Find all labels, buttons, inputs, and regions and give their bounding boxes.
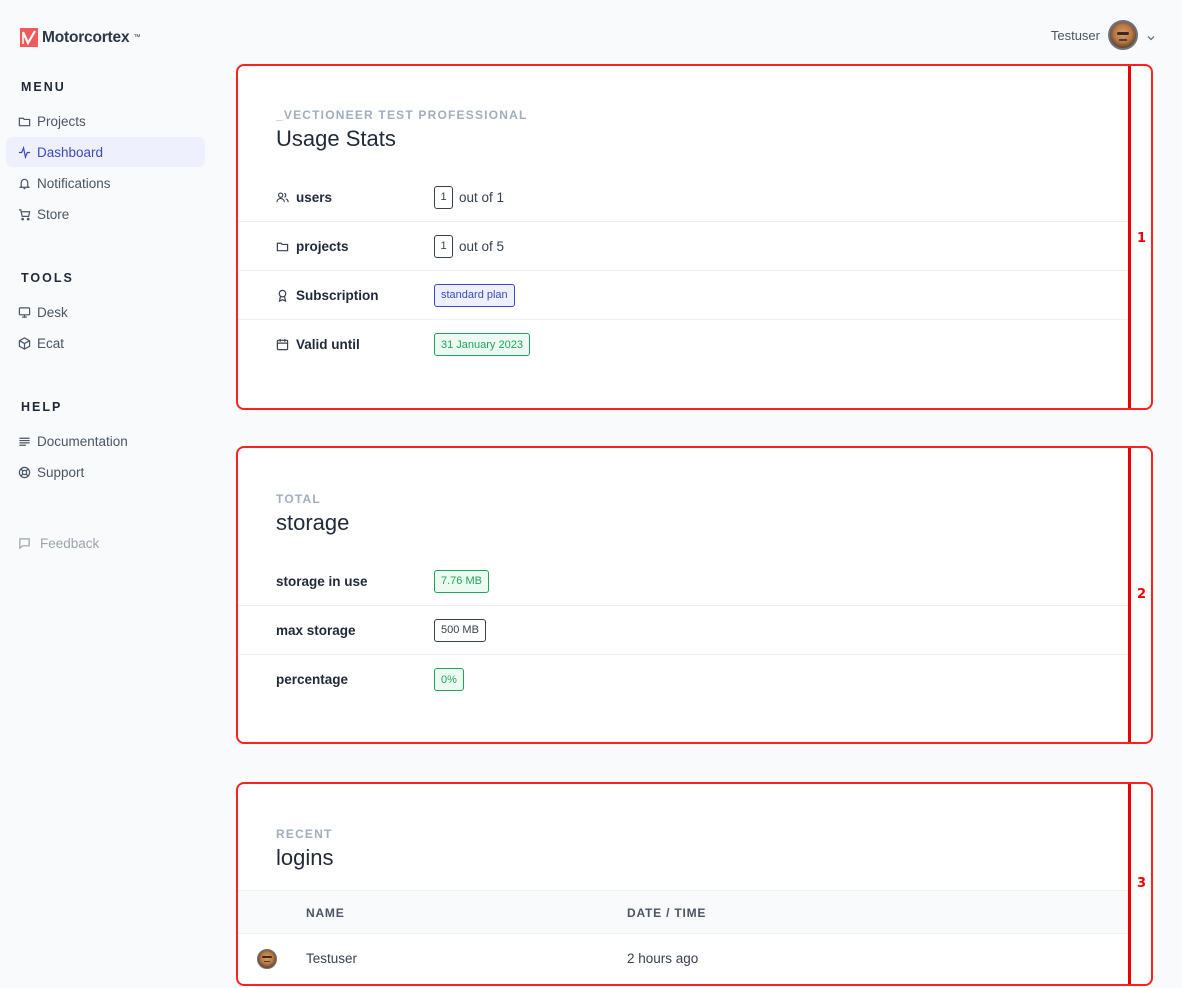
cart-icon — [18, 208, 31, 221]
sidebar-item-notifications[interactable]: Notifications — [6, 168, 205, 198]
login-time: 2 hours ago — [627, 951, 699, 966]
annotation-divider — [1128, 66, 1131, 408]
card-eyebrow: RECENT — [276, 827, 333, 841]
sidebar-item-projects[interactable]: Projects — [6, 106, 205, 136]
card-title: logins — [276, 845, 334, 870]
sidebar-item-label: Ecat — [37, 335, 65, 351]
subscription-badge: standard plan — [434, 283, 515, 307]
annotation-label: 2 — [1136, 587, 1146, 602]
login-avatar — [257, 949, 277, 969]
section-title-tools: TOOLS — [21, 271, 74, 285]
valid-until-badge: 31 January 2023 — [434, 333, 530, 356]
row-label: users — [296, 189, 333, 205]
chevron-down-icon — [1146, 30, 1156, 41]
sidebar: Motorcortex ™ MENU Projects Dashboard Not… — [0, 0, 215, 988]
sidebar-item-label: Dashboard — [37, 144, 104, 160]
sidebar-item-desk[interactable]: Desk — [6, 297, 205, 327]
row-label: storage in use — [276, 573, 368, 589]
usage-stats-card: 1 _VECTIONEER TEST PROFESSIONAL Usage St… — [236, 64, 1153, 410]
activity-icon — [18, 145, 31, 159]
section-title-menu: MENU — [21, 80, 66, 94]
user-name: Testuser — [1050, 27, 1100, 43]
annotation-label: 3 — [1136, 876, 1146, 891]
max-storage-badge: 500 MB — [434, 618, 486, 642]
feedback-label: Feedback — [40, 535, 100, 551]
usage-row-valid-until: Valid until 31 January 2023 — [238, 320, 1128, 369]
message-icon — [18, 537, 31, 550]
limit-text: out of 1 — [459, 189, 505, 205]
recent-logins-card: 3 RECENT logins NAME DATE / TIME Testuse… — [236, 782, 1153, 986]
card-eyebrow: TOTAL — [276, 492, 321, 506]
sidebar-item-label: Support — [37, 464, 85, 480]
card-eyebrow: _VECTIONEER TEST PROFESSIONAL — [276, 108, 528, 122]
sidebar-item-label: Notifications — [37, 175, 111, 191]
annotation-divider — [1128, 448, 1131, 742]
sidebar-item-label: Projects — [37, 113, 86, 129]
user-avatar — [1108, 20, 1138, 50]
row-label: Valid until — [296, 337, 360, 352]
logo[interactable]: Motorcortex ™ — [20, 28, 140, 47]
folder-icon — [276, 240, 289, 253]
storage-row-max: max storage 500 MB — [238, 606, 1128, 655]
count-badge: 1 — [434, 185, 453, 209]
storage-card: 2 TOTAL storage storage in use 7.76 MB m… — [236, 446, 1153, 744]
calendar-icon — [276, 338, 289, 351]
section-title-help: HELP — [21, 400, 63, 414]
bell-icon — [18, 177, 31, 190]
row-label: Subscription — [296, 287, 379, 303]
card-title: storage — [276, 510, 350, 535]
table-row: Testuser 2 hours ago — [238, 934, 1128, 984]
usage-row-subscription: Subscription standard plan — [238, 271, 1128, 320]
brand-tm: ™ — [133, 34, 141, 41]
feedback-button[interactable]: Feedback — [6, 528, 205, 558]
usage-row-users: users 1 out of 1 — [238, 173, 1128, 222]
column-header-datetime: DATE / TIME — [627, 906, 707, 920]
storage-row-percentage: percentage 0% — [238, 655, 1128, 704]
sidebar-item-documentation[interactable]: Documentation — [6, 426, 205, 456]
sidebar-item-label: Documentation — [37, 433, 128, 449]
storage-in-use-badge: 7.76 MB — [434, 569, 489, 593]
login-name: Testuser — [306, 951, 358, 966]
sidebar-item-support[interactable]: Support — [6, 457, 205, 487]
sidebar-item-store[interactable]: Store — [6, 199, 205, 229]
users-icon — [276, 191, 289, 204]
user-menu[interactable]: Testuser — [1051, 20, 1156, 50]
card-title: Usage Stats — [276, 126, 396, 151]
folder-icon — [18, 115, 31, 128]
column-header-name: NAME — [306, 906, 345, 920]
monitor-icon — [18, 306, 31, 319]
sidebar-item-dashboard[interactable]: Dashboard — [6, 137, 205, 167]
table-header: NAME DATE / TIME — [238, 890, 1128, 934]
text-lines-icon — [18, 435, 31, 448]
award-icon — [276, 289, 289, 302]
sidebar-item-label: Store — [37, 206, 70, 222]
count-badge: 1 — [434, 234, 453, 258]
motorcortex-logo-icon — [20, 28, 38, 47]
lifebuoy-icon — [18, 466, 31, 479]
sidebar-item-ecat[interactable]: Ecat — [6, 328, 205, 358]
percentage-badge: 0% — [434, 668, 464, 691]
row-label: max storage — [276, 622, 356, 638]
row-label: percentage — [276, 672, 349, 687]
row-label: projects — [296, 238, 349, 254]
limit-text: out of 5 — [459, 238, 505, 254]
cube-icon — [18, 336, 31, 350]
storage-row-in-use: storage in use 7.76 MB — [238, 557, 1128, 606]
annotation-divider — [1128, 784, 1131, 984]
annotation-label: 1 — [1136, 231, 1146, 246]
usage-row-projects: projects 1 out of 5 — [238, 222, 1128, 271]
brand-name: Motorcortex — [42, 28, 130, 46]
sidebar-item-label: Desk — [37, 304, 68, 320]
